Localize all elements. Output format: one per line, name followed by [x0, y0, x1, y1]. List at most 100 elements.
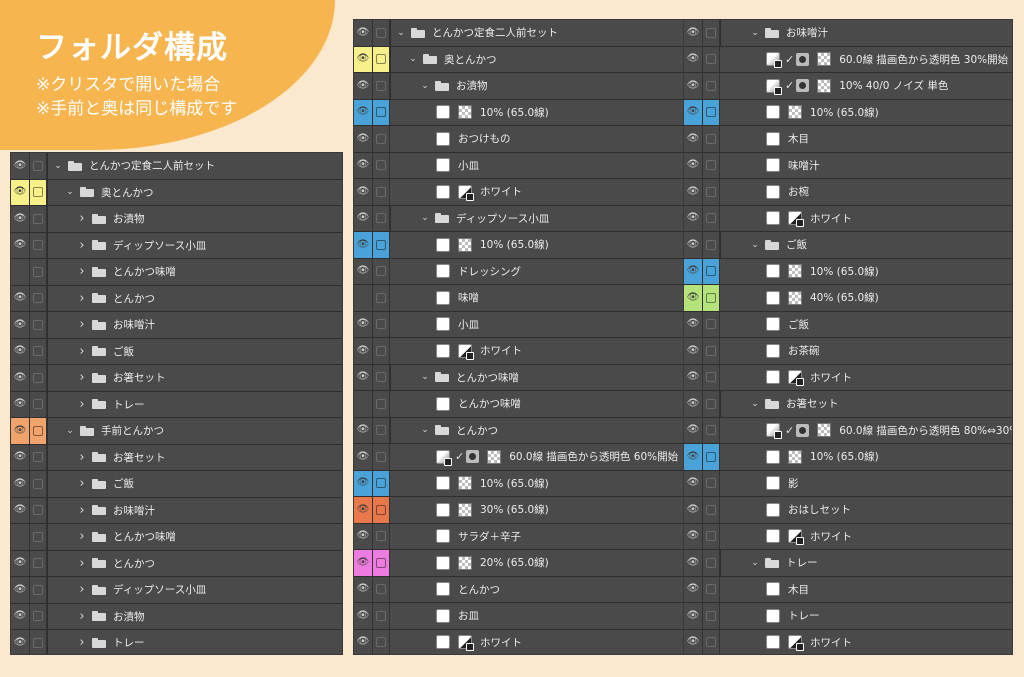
lock-toggle[interactable]: [703, 603, 720, 629]
layer-body[interactable]: › ディップソース小皿: [47, 232, 342, 258]
visibility-toggle[interactable]: 👁: [354, 46, 373, 72]
lock-toggle[interactable]: [373, 338, 390, 364]
lock-toggle[interactable]: [703, 576, 720, 602]
visibility-toggle[interactable]: 👁: [11, 285, 30, 311]
layer-body[interactable]: ⌄ ご飯: [720, 232, 1012, 258]
chevron-icon[interactable]: ›: [76, 635, 88, 650]
layer-row[interactable]: 👁 お茶碗: [684, 338, 1012, 365]
folder-row[interactable]: 👁 ⌄ トレー: [684, 550, 1012, 577]
layer-row[interactable]: 👁 サラダ＋辛子: [354, 523, 704, 550]
lock-toggle[interactable]: [373, 550, 390, 576]
layer-body[interactable]: お皿: [390, 603, 704, 629]
chevron-icon[interactable]: ›: [76, 582, 88, 597]
layer-body[interactable]: ✓ 60.0線 描画色から透明色 30%開始: [720, 47, 1012, 73]
visibility-toggle[interactable]: 👁: [11, 550, 30, 576]
visibility-toggle[interactable]: 👁: [354, 497, 373, 523]
layer-row[interactable]: 👁 小皿: [354, 152, 704, 179]
layer-row[interactable]: 👁 木目: [684, 576, 1012, 603]
layer-body[interactable]: 味噌: [390, 285, 704, 311]
folder-row[interactable]: 👁 › お味噌汁: [11, 497, 342, 524]
lock-toggle[interactable]: [703, 126, 720, 152]
visibility-toggle[interactable]: 👁: [684, 99, 703, 125]
chevron-icon[interactable]: ⌄: [395, 28, 407, 38]
layer-body[interactable]: 10% (65.0線): [720, 444, 1012, 470]
lock-toggle[interactable]: [30, 365, 47, 391]
lock-toggle[interactable]: [373, 576, 390, 602]
layer-body[interactable]: ✓ 60.0線 描画色から透明色 60%開始: [390, 444, 704, 470]
folder-row[interactable]: 👁 › トレー: [11, 630, 342, 654]
layer-body[interactable]: › ご飯: [47, 338, 342, 364]
layer-row[interactable]: 👁 おはしセット: [684, 497, 1012, 524]
layer-body[interactable]: おはしセット: [720, 497, 1012, 523]
visibility-toggle[interactable]: 👁: [11, 206, 30, 232]
layer-body[interactable]: › トレー: [47, 630, 342, 654]
layer-body[interactable]: ⌄ お漬物: [390, 73, 704, 99]
layer-row[interactable]: 👁 お椀: [684, 179, 1012, 206]
folder-row[interactable]: 👁 › お箸セット: [11, 365, 342, 392]
visibility-toggle[interactable]: 👁: [684, 470, 703, 496]
visibility-toggle[interactable]: 👁: [11, 444, 30, 470]
folder-row[interactable]: 👁 ⌄ 奥とんかつ: [354, 46, 704, 73]
visibility-toggle[interactable]: 👁: [354, 99, 373, 125]
chevron-icon[interactable]: ⌄: [749, 28, 761, 38]
layer-body[interactable]: 小皿: [390, 153, 704, 179]
lock-toggle[interactable]: [703, 20, 720, 46]
visibility-toggle[interactable]: 👁: [684, 417, 703, 443]
lock-toggle[interactable]: [30, 444, 47, 470]
lock-toggle[interactable]: [373, 20, 390, 46]
chevron-icon[interactable]: ⌄: [64, 426, 76, 436]
layer-row[interactable]: 👁 10% (65.0線): [354, 470, 704, 497]
visibility-toggle[interactable]: 👁: [684, 550, 703, 576]
lock-toggle[interactable]: [373, 470, 390, 496]
lock-toggle[interactable]: [703, 523, 720, 549]
lock-toggle[interactable]: [30, 577, 47, 603]
chevron-icon[interactable]: ⌄: [419, 81, 431, 91]
layer-row[interactable]: 👁 トレー: [684, 603, 1012, 630]
chevron-icon[interactable]: ⌄: [419, 213, 431, 223]
layer-row[interactable]: 👁 ホワイト: [354, 338, 704, 365]
visibility-toggle[interactable]: 👁: [684, 576, 703, 602]
layer-body[interactable]: とんかつ: [390, 577, 704, 603]
visibility-toggle[interactable]: 👁: [11, 153, 30, 179]
lock-toggle[interactable]: [373, 364, 390, 390]
visibility-toggle[interactable]: 👁: [11, 179, 30, 205]
folder-row[interactable]: 👁 ⌄ とんかつ: [354, 417, 704, 444]
layer-body[interactable]: ホワイト: [720, 524, 1012, 550]
folder-row[interactable]: 👁 › ご飯: [11, 471, 342, 498]
visibility-toggle[interactable]: 👁: [684, 603, 703, 629]
layer-row[interactable]: 👁 ホワイト: [354, 179, 704, 206]
visibility-toggle[interactable]: 👁: [11, 630, 30, 654]
visibility-toggle[interactable]: 👁: [11, 391, 30, 417]
lock-toggle[interactable]: [703, 73, 720, 99]
layer-body[interactable]: ⌄ お味噌汁: [720, 20, 1012, 46]
visibility-toggle[interactable]: 👁: [684, 258, 703, 284]
layer-row[interactable]: 👁 10% (65.0線): [354, 232, 704, 259]
visibility-toggle[interactable]: 👁: [11, 232, 30, 258]
layer-body[interactable]: トレー: [720, 603, 1012, 629]
layer-body[interactable]: ⌄ ディップソース小皿: [390, 205, 704, 231]
lock-toggle[interactable]: [30, 418, 47, 444]
layer-body[interactable]: 10% (65.0線): [720, 100, 1012, 126]
visibility-toggle[interactable]: 👁: [354, 338, 373, 364]
folder-row[interactable]: 👁 ⌄ お箸セット: [684, 391, 1012, 418]
layer-body[interactable]: ⌄ お箸セット: [720, 391, 1012, 417]
layer-row[interactable]: とんかつ味噌: [354, 391, 704, 418]
visibility-toggle[interactable]: 👁: [684, 629, 703, 654]
layer-body[interactable]: ⌄ 手前とんかつ: [47, 418, 342, 444]
visibility-toggle[interactable]: 👁: [684, 20, 703, 46]
lock-toggle[interactable]: [703, 232, 720, 258]
layer-body[interactable]: 10% (65.0線): [720, 259, 1012, 285]
folder-row[interactable]: › とんかつ味噌: [11, 524, 342, 551]
chevron-icon[interactable]: ⌄: [749, 399, 761, 409]
layer-body[interactable]: お椀: [720, 179, 1012, 205]
visibility-toggle[interactable]: 👁: [684, 391, 703, 417]
layer-row[interactable]: 👁 ✓ 60.0線 描画色から透明色 80%⇔30%: [684, 417, 1012, 444]
chevron-icon[interactable]: ⌄: [749, 558, 761, 568]
layer-body[interactable]: ⌄ とんかつ定食二人前セット: [47, 153, 342, 179]
visibility-toggle[interactable]: 👁: [354, 179, 373, 205]
layer-row[interactable]: 👁 お皿: [354, 603, 704, 630]
folder-row[interactable]: 👁 › お箸セット: [11, 444, 342, 471]
layer-row[interactable]: 👁 40% (65.0線): [684, 285, 1012, 312]
layer-row[interactable]: 👁 とんかつ: [354, 576, 704, 603]
chevron-icon[interactable]: ›: [76, 238, 88, 253]
